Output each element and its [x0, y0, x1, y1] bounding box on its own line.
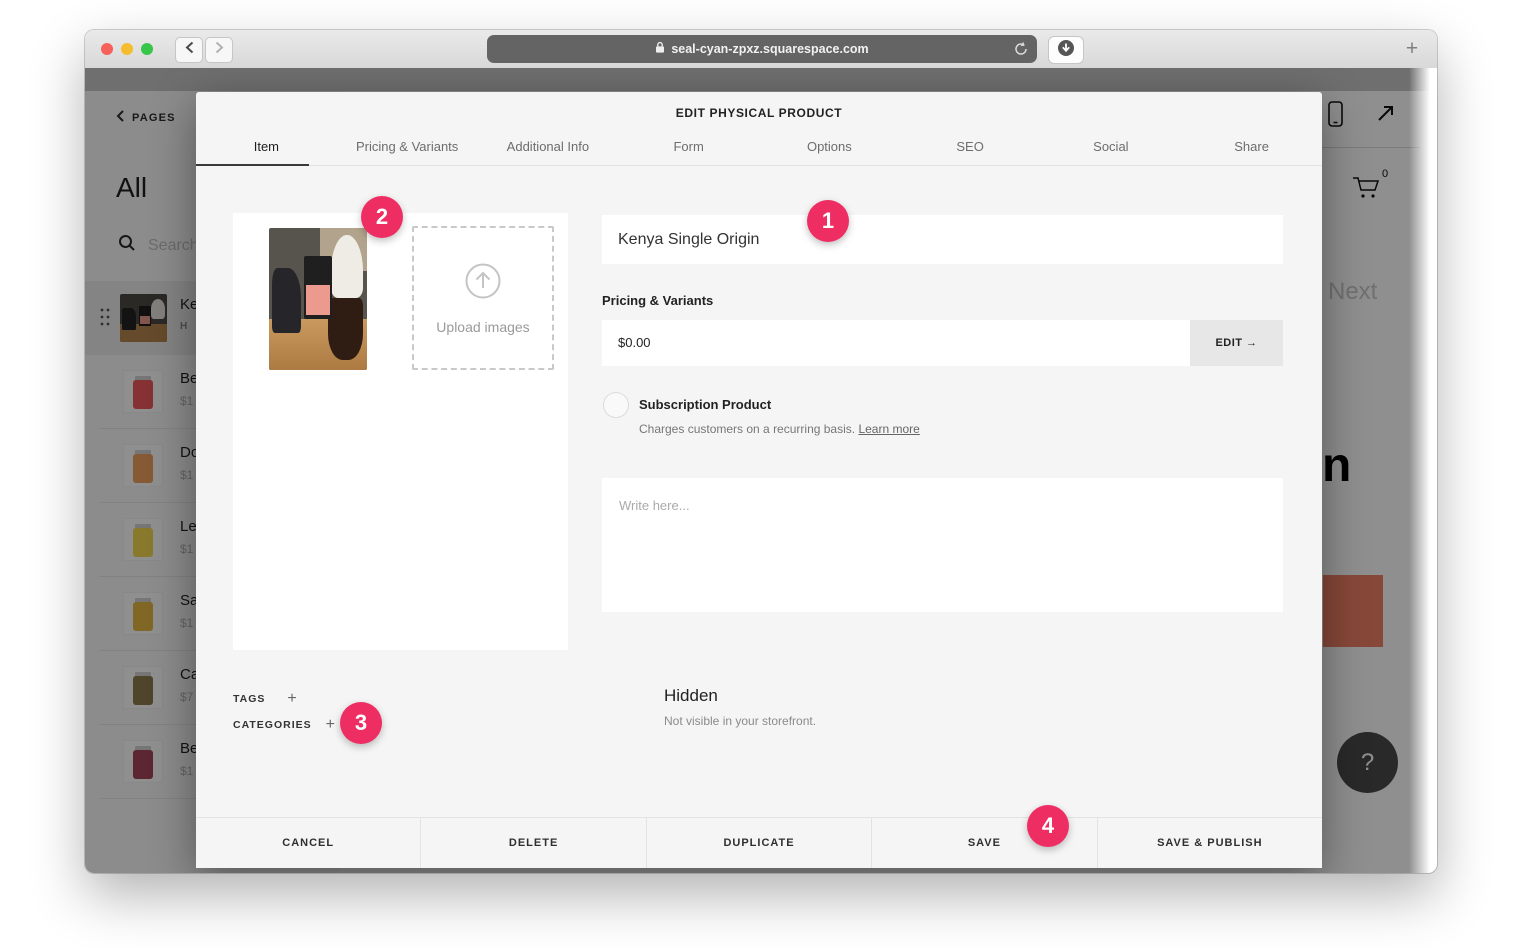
tags-label: TAGS — [233, 693, 265, 705]
chevron-right-icon — [215, 41, 224, 59]
edit-product-modal: EDIT PHYSICAL PRODUCT Item Pricing & Var… — [196, 92, 1322, 868]
back-button[interactable] — [175, 37, 203, 63]
upload-images-label: Upload images — [436, 319, 529, 335]
browser-titlebar: seal-cyan-zpxz.squarespace.com + — [85, 30, 1437, 69]
tab-additional-info[interactable]: Additional Info — [478, 128, 619, 165]
edit-pricing-button[interactable]: EDIT → — [1190, 320, 1283, 366]
url-text: seal-cyan-zpxz.squarespace.com — [671, 42, 868, 56]
duplicate-button[interactable]: DUPLICATE — [646, 818, 871, 868]
tab-item[interactable]: Item — [196, 128, 337, 165]
learn-more-link[interactable]: Learn more — [858, 422, 919, 436]
categories-row: CATEGORIES + — [233, 716, 335, 734]
zoom-window-button[interactable] — [141, 43, 153, 55]
product-title-input[interactable] — [602, 215, 1283, 264]
save-publish-button[interactable]: SAVE & PUBLISH — [1097, 818, 1322, 868]
images-card: Upload images — [233, 213, 568, 650]
visibility-status[interactable]: Hidden — [664, 686, 718, 706]
tab-social[interactable]: Social — [1041, 128, 1182, 165]
subscription-title: Subscription Product — [639, 397, 771, 412]
reload-icon[interactable] — [1014, 41, 1028, 60]
add-tag-button[interactable]: + — [287, 690, 296, 708]
visibility-description: Not visible in your storefront. — [664, 714, 816, 728]
tab-options[interactable]: Options — [759, 128, 900, 165]
modal-footer: CANCEL DELETE DUPLICATE SAVE SAVE & PUBL… — [196, 817, 1322, 868]
address-bar[interactable]: seal-cyan-zpxz.squarespace.com — [487, 35, 1037, 63]
tab-share[interactable]: Share — [1181, 128, 1322, 165]
browser-content: PAGES All — [85, 68, 1437, 873]
new-tab-button[interactable]: + — [1399, 35, 1425, 63]
annotation-badge-1: 1 — [807, 200, 849, 242]
forward-button[interactable] — [205, 37, 233, 63]
annotation-badge-4: 4 — [1027, 805, 1069, 847]
price-row: $0.00 EDIT → — [602, 320, 1283, 366]
lock-icon — [655, 41, 665, 57]
close-window-button[interactable] — [101, 43, 113, 55]
tab-form[interactable]: Form — [618, 128, 759, 165]
price-value: $0.00 — [618, 320, 651, 366]
right-fade — [1409, 68, 1437, 873]
tab-seo[interactable]: SEO — [900, 128, 1041, 165]
tags-row: TAGS + — [233, 690, 297, 708]
subscription-toggle[interactable] — [603, 392, 629, 418]
download-button[interactable] — [1048, 36, 1084, 64]
upload-images-dropzone[interactable]: Upload images — [412, 226, 554, 370]
chevron-left-icon — [185, 41, 194, 59]
tab-pricing-variants[interactable]: Pricing & Variants — [337, 128, 478, 165]
annotation-badge-2: 2 — [361, 196, 403, 238]
modal-title: EDIT PHYSICAL PRODUCT — [196, 106, 1322, 120]
minimize-window-button[interactable] — [121, 43, 133, 55]
screen: seal-cyan-zpxz.squarespace.com + — [0, 0, 1522, 948]
product-image[interactable] — [269, 228, 367, 370]
download-icon — [1057, 39, 1075, 62]
upload-arrow-icon — [464, 262, 502, 305]
annotation-badge-3: 3 — [340, 702, 382, 744]
delete-button[interactable]: DELETE — [420, 818, 645, 868]
browser-window: seal-cyan-zpxz.squarespace.com + — [85, 30, 1437, 873]
subscription-description: Charges customers on a recurring basis. … — [639, 422, 920, 436]
description-textarea[interactable] — [602, 478, 1283, 612]
add-category-button[interactable]: + — [326, 716, 335, 734]
cancel-button[interactable]: CANCEL — [196, 818, 420, 868]
modal-tabs: Item Pricing & Variants Additional Info … — [196, 128, 1322, 166]
categories-label: CATEGORIES — [233, 719, 312, 731]
pricing-variants-label: Pricing & Variants — [602, 293, 713, 308]
